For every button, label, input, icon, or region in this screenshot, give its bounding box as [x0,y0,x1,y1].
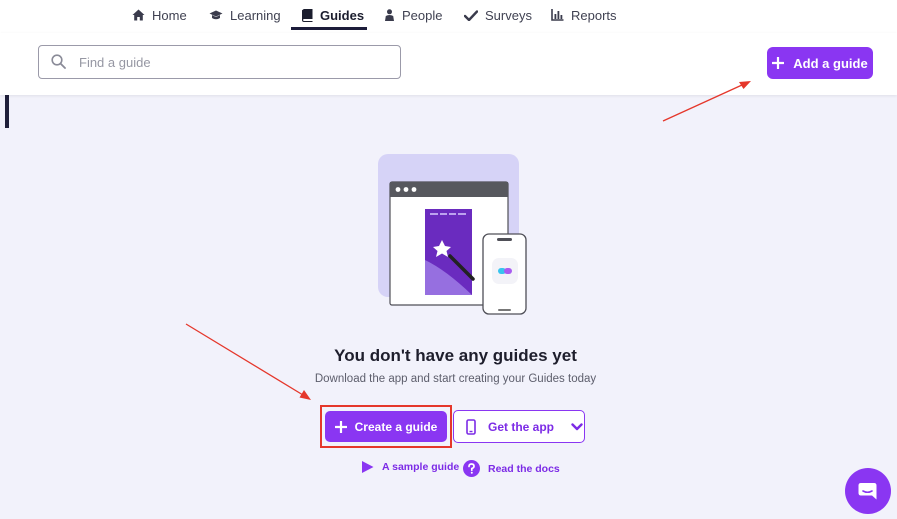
empty-state-subtitle: Download the app and start creating your… [314,373,597,385]
toolbar: Add a guide [0,33,897,95]
check-icon [464,9,478,21]
nav-label-surveys: Surveys [485,7,532,23]
nav-item-learning[interactable]: Learning [209,0,281,30]
nav-item-people[interactable]: People [384,0,442,30]
search-box[interactable] [38,45,401,79]
nav-item-guides[interactable]: Guides [302,0,364,30]
home-icon [132,9,145,21]
nav-label-guides: Guides [320,7,365,23]
person-icon [385,9,394,21]
read-docs-label: Read the docs [488,462,560,475]
graduation-cap-icon [209,10,223,19]
add-guide-label: Add a guide [793,55,868,71]
get-app-label: Get the app [488,419,555,434]
nav-item-reports[interactable]: Reports [551,0,617,30]
get-app-button[interactable]: Get the app [453,410,585,443]
highlight-box-create-guide [320,405,452,448]
active-tab-indicator [291,27,367,30]
bar-chart-icon [551,9,564,21]
chat-launcher-button[interactable] [845,468,891,514]
add-guide-button[interactable]: Add a guide [767,47,873,79]
nav-item-home[interactable]: Home [132,0,187,30]
nav-item-surveys[interactable]: Surveys [464,0,532,30]
phone-icon [466,418,476,435]
empty-state-title: You don't have any guides yet [334,346,577,365]
play-icon [362,461,374,473]
sample-guide-label: A sample guide [382,461,460,473]
help-icon [463,460,480,477]
side-rail-indicator [5,95,9,128]
search-input[interactable] [79,46,379,78]
nav-label-home: Home [152,7,187,23]
chat-icon [858,483,877,500]
chevron-down-icon [571,422,583,430]
nav-label-people: People [402,7,443,23]
sample-guide-link[interactable]: A sample guide [361,460,459,474]
book-icon [302,8,313,22]
read-docs-link[interactable]: Read the docs [463,460,560,477]
plus-icon [772,57,785,69]
top-nav: Home Learning Guides People Surveys Repo… [0,0,897,33]
nav-label-learning: Learning [230,7,281,23]
nav-label-reports: Reports [571,7,617,23]
empty-state-illustration [378,154,527,315]
search-icon [51,54,66,69]
